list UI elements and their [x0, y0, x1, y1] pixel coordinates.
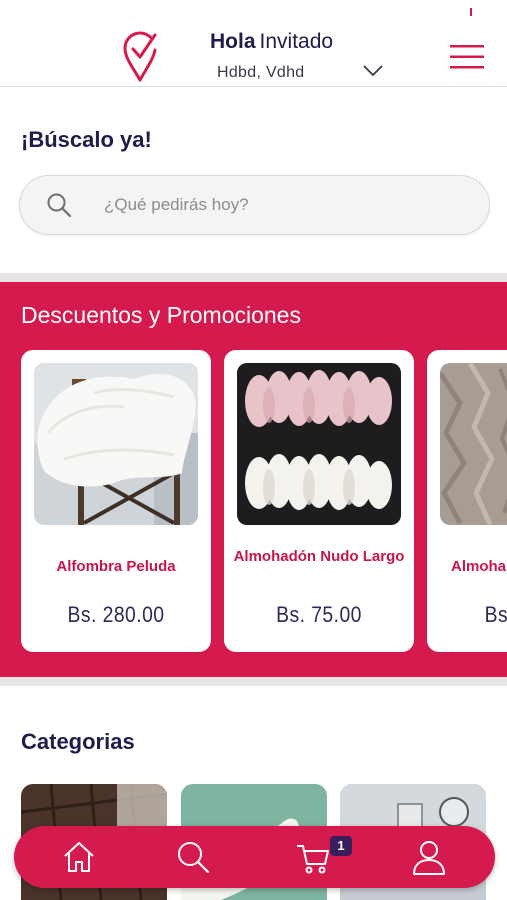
search-icon[interactable] [46, 192, 72, 218]
cart-icon[interactable] [294, 838, 332, 876]
product-card[interactable]: Almohadón Nudo Largo Bs. 75.00 [224, 350, 414, 652]
section-divider [0, 273, 507, 282]
product-name[interactable]: Alfombra Peluda [29, 554, 203, 579]
product-name[interactable]: Almoha [451, 554, 507, 579]
product-price: Bs. [484, 602, 507, 627]
home-icon[interactable] [60, 838, 98, 876]
location-check-icon[interactable] [122, 30, 158, 82]
product-card[interactable]: Almoha Bs. [427, 350, 507, 652]
user-icon[interactable] [410, 838, 448, 876]
greeting-word: Hola [210, 30, 256, 53]
product-card[interactable]: Alfombra Peluda Bs. 280.00 [21, 350, 211, 652]
chevron-down-icon[interactable] [362, 64, 384, 78]
product-image[interactable] [34, 363, 198, 525]
search-title: ¡Búscalo ya! [21, 127, 152, 152]
search-input[interactable] [104, 192, 464, 218]
app-header: Hola Invitado Hdbd, Vdhd [0, 0, 507, 87]
status-indicator [470, 8, 472, 16]
hamburger-menu-icon[interactable] [450, 44, 484, 70]
product-image[interactable] [440, 363, 507, 525]
cart-count-badge: 1 [330, 836, 352, 856]
product-price: Bs. 280.00 [67, 602, 165, 627]
delivery-address[interactable]: Hdbd, Vdhd [217, 64, 305, 82]
search-icon[interactable] [174, 838, 212, 876]
categories-title: Categorias [21, 729, 135, 754]
user-name: Invitado [259, 30, 334, 53]
bottom-navigation [14, 826, 495, 888]
product-name[interactable]: Almohadón Nudo Largo [232, 544, 406, 569]
product-image[interactable] [237, 363, 401, 525]
promotions-title: Descuentos y Promociones [21, 302, 301, 328]
promotions-section: Descuentos y Promociones Alfombra Peluda… [0, 282, 507, 677]
greeting: Hola Invitado [210, 30, 333, 54]
product-price: Bs. 75.00 [276, 602, 362, 627]
section-divider [0, 677, 507, 686]
